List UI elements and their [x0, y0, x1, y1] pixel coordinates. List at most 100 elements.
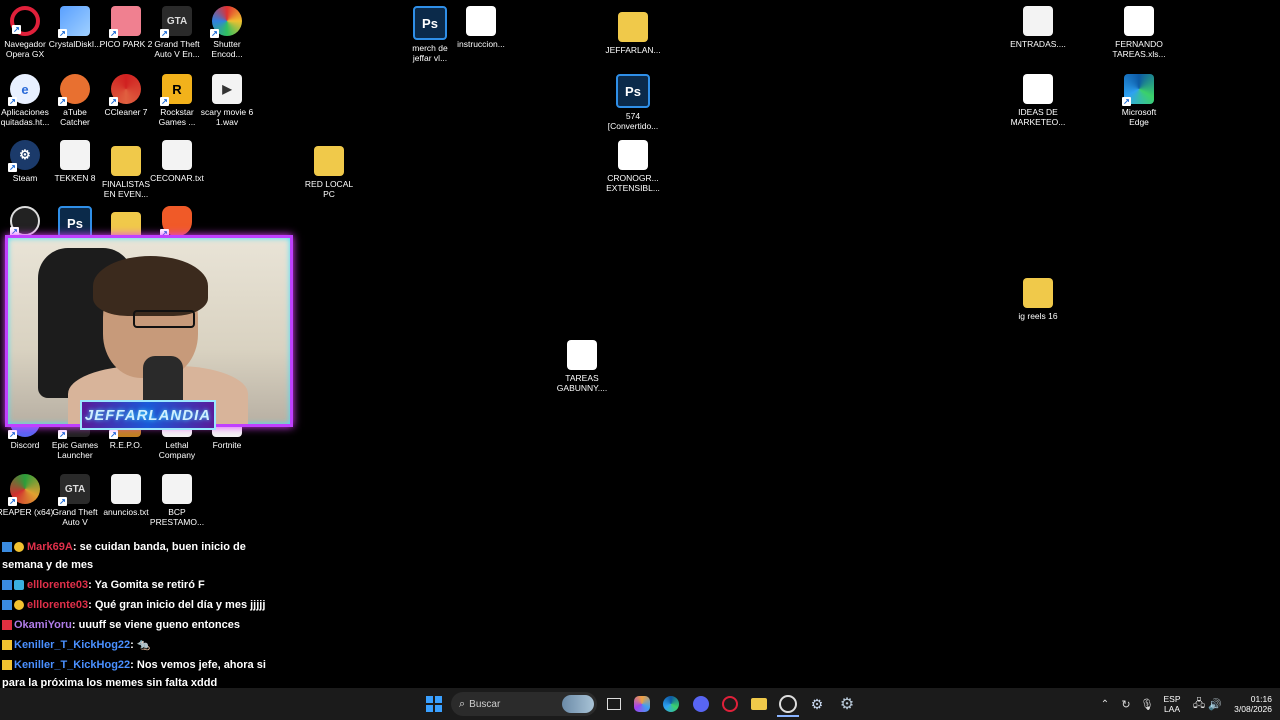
gta-icon: GTA	[160, 6, 192, 38]
taskbar: ⌕ Buscar ⚙ ⚙ ⌃ ↻ 🎙 ESP LAA 🖧 🔊 01:16 3/0…	[0, 688, 1280, 720]
desktop-icon-label: CECONAR.txt	[150, 173, 204, 183]
chat-username: elllorente03	[27, 579, 89, 591]
desktop-icon-red-local[interactable]: RED LOCAL PC	[304, 140, 354, 199]
desktop-icon-edge[interactable]: Microsoft Edge	[1114, 74, 1164, 127]
taskbar-app-settings[interactable]: ⚙	[836, 693, 858, 715]
moderator-badge-icon	[2, 620, 12, 631]
chat-username: Keniller_T_KickHog22	[14, 639, 131, 651]
language-indicator[interactable]: ESP LAA	[1160, 694, 1184, 714]
desktop-icon-steam[interactable]: ⚙ Steam	[0, 140, 50, 183]
chat-message: elllorente03: Ya Gomita se retiró F	[2, 576, 274, 594]
shutter-encoder-icon	[210, 6, 242, 38]
desktop-icon-tekken[interactable]: TEKKEN 8	[50, 140, 100, 183]
chat-text: : Qué gran inicio del día y mes jjjjj	[88, 599, 266, 611]
task-view-button[interactable]	[603, 693, 625, 715]
volume-icon: 🔊	[1208, 698, 1222, 711]
edge-icon	[1122, 74, 1154, 106]
taskbar-app-discord[interactable]	[690, 693, 712, 715]
clock-date: 3/08/2026	[1234, 704, 1272, 714]
webcam-banner: JEFFARLANDIA	[80, 400, 216, 430]
desktop-icon-label: CRONOGR... EXTENSIBL...	[606, 173, 660, 193]
desktop-icon-label: JEFFARLAN...	[605, 45, 661, 55]
taskbar-app-opera[interactable]	[719, 693, 741, 715]
desktop-icon-brave[interactable]	[152, 206, 202, 238]
atube-catcher-icon	[58, 74, 90, 106]
desktop-icon-label: Microsoft Edge	[1121, 107, 1157, 127]
chat-username: Mark69A	[27, 541, 73, 553]
desktop-icon-scary-movie[interactable]: ▶ scary movie 6 1.wav	[201, 74, 253, 127]
desktop-icon-ideas[interactable]: W IDEAS DE MARKETEO...	[1011, 74, 1065, 127]
excel-file-icon: X	[1124, 6, 1154, 36]
chevron-up-icon: ⌃	[1100, 698, 1110, 710]
chat-username: OkamiYoru	[14, 619, 72, 631]
desktop-icon-tareas-gabunny[interactable]: X TAREAS GABUNNY....	[557, 340, 607, 393]
taskbar-app-copilot[interactable]	[631, 693, 653, 715]
chat-username: elllorente03	[27, 599, 89, 611]
desktop-icon-rockstar[interactable]: R Rockstar Games ...	[152, 74, 202, 127]
desktop-icon-label: Shutter Encod...	[211, 39, 243, 59]
tray-app-icon[interactable]: ↻	[1115, 693, 1137, 715]
desktop-icon-shutter-encoder[interactable]: Shutter Encod...	[202, 6, 252, 59]
webcam-person-glasses	[133, 310, 195, 328]
desktop-icon-label: FERNANDO TAREAS.xls...	[1112, 39, 1166, 59]
audio-file-icon: ▶	[212, 74, 242, 104]
desktop-icon-bcp[interactable]: BCP PRESTAMO...	[150, 474, 204, 527]
opera-gx-icon	[10, 6, 40, 36]
desktop-icon-gta-v[interactable]: GTA Grand Theft Auto V	[50, 474, 100, 527]
chat-text: : 🐀	[130, 639, 151, 651]
document-icon	[60, 140, 90, 170]
excel-file-icon: X	[567, 340, 597, 370]
desktop-icon-anuncios[interactable]: anuncios.txt	[101, 474, 151, 517]
gta-icon: GTA	[58, 474, 90, 506]
desktop-icon-reaper[interactable]: REAPER (x64)	[0, 474, 53, 517]
desktop-icon-aplicaciones[interactable]: e Aplicaciones quitadas.ht...	[0, 74, 50, 127]
desktop-icon-atube[interactable]: aTube Catcher	[50, 74, 100, 127]
discord-icon	[693, 696, 709, 712]
desktop-icon-ps574[interactable]: Ps 574 [Convertido...	[608, 74, 658, 131]
subscriber-badge-icon	[2, 600, 12, 611]
gift-badge-icon	[14, 542, 24, 553]
desktop-icon-ccleaner[interactable]: CCleaner 7	[101, 74, 151, 117]
folder-icon	[111, 146, 141, 176]
desktop-icon-finalistas[interactable]: FINALISTAS EN EVEN...	[101, 140, 151, 199]
microphone-icon: 🎙	[1140, 698, 1154, 711]
desktop-icon-obs[interactable]	[0, 206, 50, 236]
desktop-icon-fernando[interactable]: X FERNANDO TAREAS.xls...	[1112, 6, 1166, 59]
chat-overlay: Mark69A: se cuidan banda, buen inicio de…	[2, 538, 274, 694]
webcam-person-hair	[93, 256, 208, 316]
desktop-icon-label: ENTRADAS....	[1010, 39, 1066, 49]
pico-park-icon	[109, 6, 141, 38]
desktop-icon-jeffarlan[interactable]: JEFFARLAN...	[605, 6, 661, 55]
taskbar-app-file-explorer[interactable]	[748, 693, 770, 715]
clock[interactable]: 01:16 3/08/2026	[1222, 694, 1272, 714]
desktop-icon-opera-gx[interactable]: Navegador Opera GX	[0, 6, 50, 59]
tray-overflow-button[interactable]: ⌃	[1094, 693, 1116, 715]
desktop-icon-gta-en[interactable]: GTA Grand Theft Auto V En...	[152, 6, 202, 59]
taskbar-app-steam[interactable]: ⚙	[806, 693, 828, 715]
chat-message: OkamiYoru: uuuff se viene gueno entonces	[2, 616, 274, 634]
desktop-icon-instruccion[interactable]: W instruccion...	[456, 6, 506, 49]
taskbar-app-obs[interactable]	[777, 693, 799, 717]
start-button[interactable]	[423, 693, 445, 715]
taskbar-search[interactable]: ⌕ Buscar	[451, 692, 597, 716]
windows-logo-icon	[426, 696, 442, 712]
taskbar-app-edge[interactable]	[660, 693, 682, 715]
chat-message: elllorente03: Qué gran inicio del día y …	[2, 596, 274, 614]
webcam-overlay	[5, 235, 293, 427]
desktop-icon-entradas[interactable]: ENTRADAS....	[1010, 6, 1066, 49]
text-file-icon	[111, 474, 141, 504]
desktop-icon-label: TAREAS GABUNNY....	[556, 373, 608, 393]
desktop-icon-ceconar[interactable]: CECONAR.txt	[150, 140, 204, 183]
desktop-icon-picopark[interactable]: PICO PARK 2	[100, 6, 152, 49]
desktop-icon-cronograma[interactable]: X CRONOGR... EXTENSIBL...	[606, 140, 660, 193]
desktop-icon-merch[interactable]: Ps merch de jeffar vl...	[405, 6, 455, 63]
chat-message: Keniller_T_KickHog22: Nos vemos jefe, ah…	[2, 656, 274, 692]
subscriber-badge-icon	[2, 542, 12, 553]
tray-microphone[interactable]: 🎙	[1136, 693, 1158, 715]
crystaldisk-icon	[58, 6, 90, 38]
desktop-icon-crystaldisk[interactable]: CrystalDiskI...	[49, 6, 101, 49]
desktop-icon-ig-reels[interactable]: ig reels 16	[1013, 272, 1063, 321]
search-highlight-image	[562, 695, 594, 713]
folder-icon	[1023, 278, 1053, 308]
document-icon	[1023, 6, 1053, 36]
